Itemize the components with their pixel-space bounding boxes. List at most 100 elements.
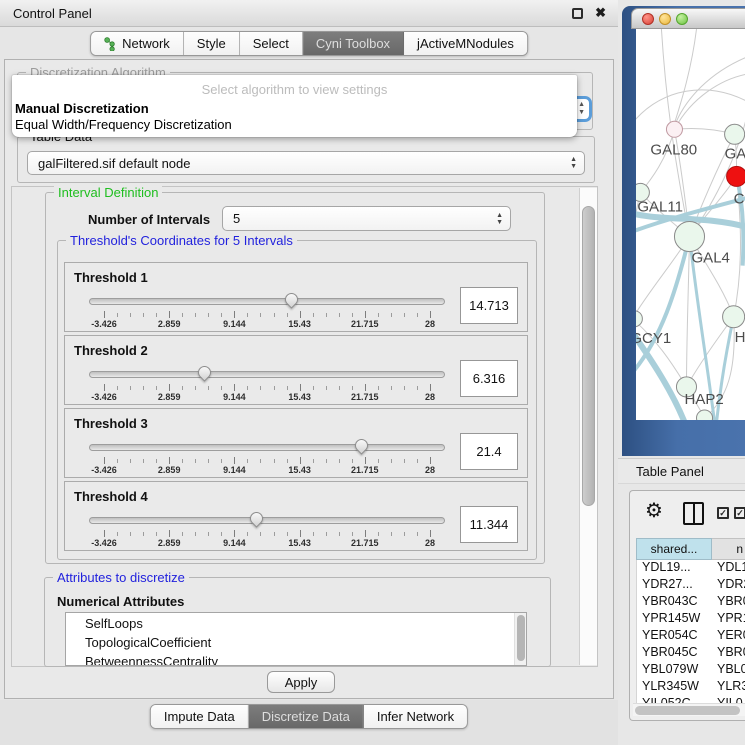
slider-tick [169,530,170,537]
network-node[interactable] [697,410,713,420]
threshold-2-slider[interactable]: -3.4262.8599.14415.4321.71528 [87,366,447,404]
attribute-list-item[interactable]: BetweennessCentrality [85,652,526,666]
slider-tick [221,386,222,390]
table-row[interactable]: YBL079WYBL0 [637,662,745,679]
node-label: HAP2 [684,391,723,408]
attribute-list-item[interactable]: TopologicalCoefficient [85,633,526,652]
slider-tick-label: 2.859 [158,465,181,475]
scrollbar-thumb[interactable] [635,706,740,715]
tab-network[interactable]: Network [91,32,184,55]
checkbox-icon[interactable]: ✓ [734,507,745,519]
slider-tick [117,313,118,317]
combo-arrows-icon: ▲▼ [578,101,585,117]
popup-item-equal-width-frequency[interactable]: Equal Width/Frequency Discretization [15,117,232,132]
table-row[interactable]: YDL19...YDL1 [637,560,745,577]
threshold-panels: Threshold 1 -3.4262.8599.14415.4321.7152… [64,262,530,554]
network-node-selected[interactable] [727,166,745,186]
numerical-attributes-list[interactable]: SelfLoopsTopologicalCoefficientBetweenne… [65,612,527,666]
tab-cyni-toolbox[interactable]: Cyni Toolbox [303,32,404,55]
network-node[interactable] [723,306,745,328]
slider-tick [430,530,431,537]
close-icon[interactable]: ✖ [595,5,606,21]
slider-tick [221,532,222,536]
slider-tick [234,384,235,391]
scrollbar-thumb[interactable] [582,206,595,506]
table-cell: YLR345W [637,679,713,696]
window-title: Control Panel [13,6,92,21]
threshold-panel-4: Threshold 4 -3.4262.8599.14415.4321.7152… [64,481,528,551]
attribute-list-item[interactable]: SelfLoops [85,614,526,633]
table-data-combo[interactable]: galFiltered.sif default node ▲▼ [27,151,585,175]
group-title: Threshold's Coordinates for 5 Intervals [66,233,297,248]
tab-select[interactable]: Select [240,32,303,55]
table-cell: YIL052C [637,696,713,703]
zoom-traffic-light-icon[interactable] [676,13,688,25]
gear-icon[interactable]: ⚙ [645,498,663,523]
slider-tick [234,457,235,464]
table-row[interactable]: YER054CYER0 [637,628,745,645]
vertical-scrollbar[interactable] [579,188,597,665]
slider-tick-label: 21.715 [351,465,379,475]
table-row[interactable]: YBR043CYBR0 [637,594,745,611]
slider-tick [300,384,301,391]
slider-tick [300,311,301,318]
tab-jactivemnodules[interactable]: jActiveMNodules [404,32,527,55]
slider-tick [182,386,183,390]
threshold-1-slider[interactable]: -3.4262.8599.14415.4321.71528 [87,293,447,331]
tab-discretize-data[interactable]: Discretize Data [249,705,364,728]
slider-tick [247,386,248,390]
close-traffic-light-icon[interactable] [642,13,654,25]
slider-tick [182,313,183,317]
network-node[interactable] [674,221,704,251]
table-row[interactable]: YBR045CYBR0 [637,645,745,662]
apply-button[interactable]: Apply [267,671,335,693]
threshold-3-slider[interactable]: -3.4262.8599.14415.4321.71528 [87,439,447,477]
threshold-4-value[interactable]: 11.344 [460,506,518,543]
slider-tick [287,313,288,317]
network-window-titlebar[interactable] [631,8,745,29]
slider-thumb[interactable] [282,290,300,308]
split-columns-icon[interactable] [683,502,704,525]
network-view-window: GAL80 GA C GAL11 GAL4 GCY1 H HAP2 [622,6,745,456]
float-window-icon[interactable] [572,8,583,19]
tab-infer-network[interactable]: Infer Network [364,705,467,728]
popup-item-manual-discretization[interactable]: Manual Discretization [15,101,149,116]
threshold-4-slider[interactable]: -3.4262.8599.14415.4321.71528 [87,512,447,550]
tab-impute-data[interactable]: Impute Data [151,705,249,728]
threshold-label: Threshold 1 [74,270,148,285]
tab-style[interactable]: Style [184,32,240,55]
slider-thumb[interactable] [195,363,213,381]
checkbox-icon[interactable]: ✓ [717,507,729,519]
scrollbar-thumb[interactable] [517,615,525,661]
slider-tick [247,532,248,536]
slider-thumb[interactable] [248,509,266,527]
column-header-shared-name[interactable]: shared... [636,538,712,560]
network-canvas[interactable]: GAL80 GA C GAL11 GAL4 GCY1 H HAP2 [636,29,745,420]
table-row[interactable]: YIL052CYIL0 [637,696,745,703]
list-scrollbar[interactable] [514,613,526,665]
slider-tick [417,459,418,463]
slider-tick [365,457,366,464]
horizontal-scrollbar[interactable] [633,703,745,716]
minimize-traffic-light-icon[interactable] [659,13,671,25]
table-row[interactable]: YLR345WYLR3 [637,679,745,696]
threshold-3-value[interactable]: 21.4 [460,433,518,470]
table-panel-window: ⚙ ✓ ✓ shared... n YDL19...YDL1YDR27...YD… [629,490,745,721]
threshold-2-value[interactable]: 6.316 [460,360,518,397]
threshold-1-value[interactable]: 14.713 [460,287,518,324]
column-header-name[interactable]: n [712,538,745,560]
table-cell: YBR043C [637,594,713,611]
table-cell: YBR0 [713,594,745,611]
number-of-intervals-combo[interactable]: 5 ▲▼ [222,206,511,231]
network-node[interactable] [725,124,745,144]
slider-tick [339,459,340,463]
network-node[interactable] [666,121,682,137]
slider-tick [182,459,183,463]
group-title: Interval Definition [54,185,162,200]
algorithm-dropdown-popup: Select algorithm to view settings Manual… [12,75,577,137]
table-row[interactable]: YPR145WYPR1 [637,611,745,628]
table-row[interactable]: YDR27...YDR2 [637,577,745,594]
slider-thumb[interactable] [352,436,370,454]
network-node[interactable] [636,311,642,327]
node-label: GAL4 [692,250,730,267]
